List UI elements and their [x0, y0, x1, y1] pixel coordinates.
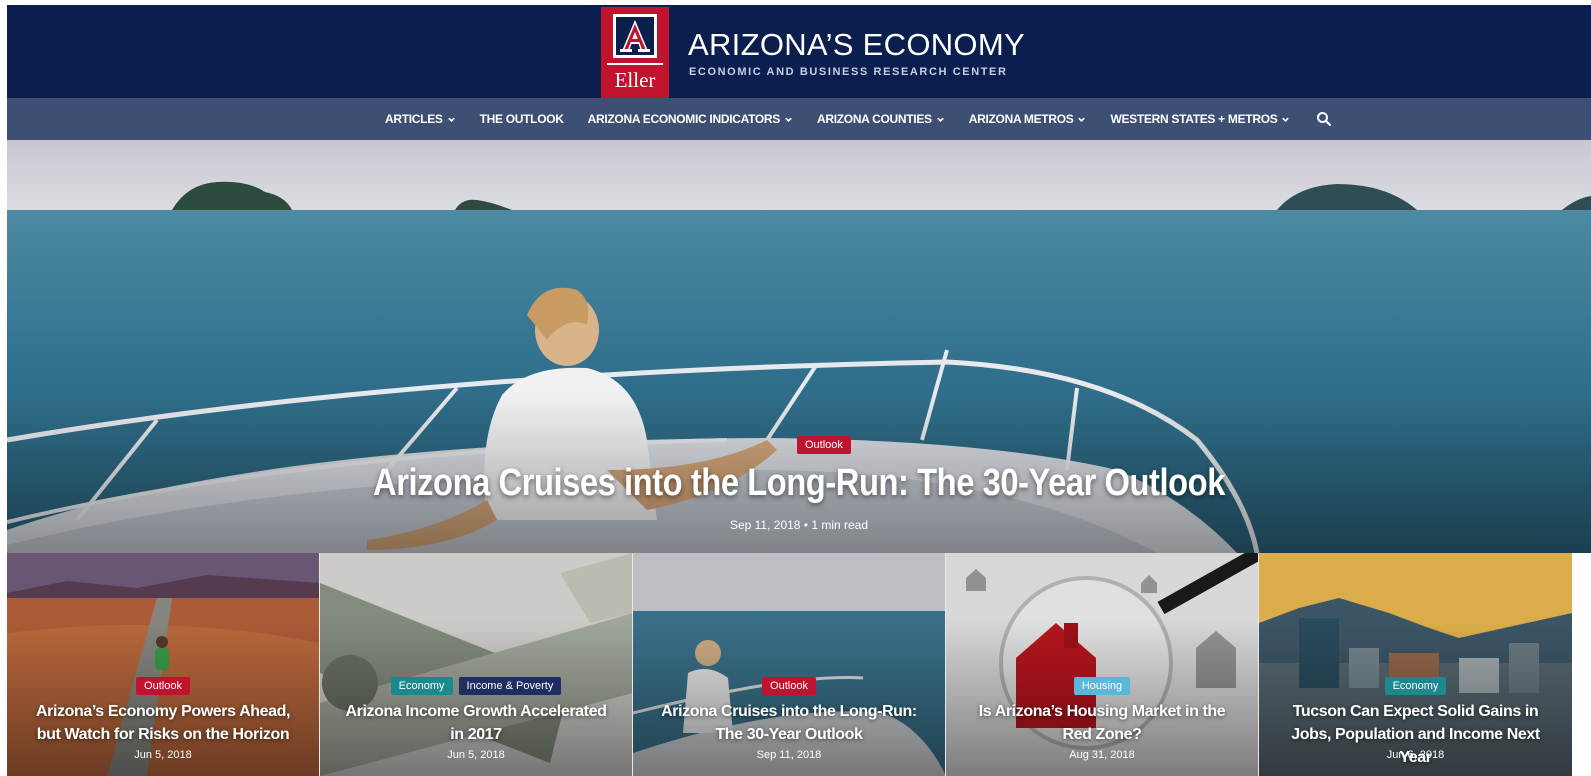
eller-logo[interactable]: Eller	[601, 7, 669, 98]
card-title[interactable]: Arizona Cruises into the Long-Run: The 3…	[651, 700, 927, 746]
card-badges: Outlook	[7, 677, 319, 695]
logo-text: Eller	[614, 68, 656, 92]
article-card[interactable]: Economy Tucson Can Expect Solid Gains in…	[1259, 553, 1572, 776]
category-badge[interactable]: Outlook	[136, 677, 190, 695]
article-card[interactable]: Housing Is Arizona’s Housing Market in t…	[946, 553, 1259, 776]
category-badge[interactable]: Housing	[1073, 677, 1131, 695]
category-badge[interactable]: Income & Poverty	[458, 677, 562, 695]
nav-item-western-states-metros[interactable]: WESTERN STATES + METROS	[1110, 112, 1290, 126]
nav-item-arizona-metros[interactable]: ARIZONA METROS	[969, 112, 1087, 126]
chevron-down-icon	[447, 117, 455, 122]
article-card[interactable]: Outlook Arizona Cruises into the Long-Ru…	[633, 553, 946, 776]
search-icon[interactable]	[1316, 111, 1332, 127]
nav-item-arizona-counties[interactable]: ARIZONA COUNTIES	[817, 112, 945, 126]
hero-title[interactable]: Arizona Cruises into the Long-Run: The 3…	[118, 462, 1480, 505]
nav-item-label: ARTICLES	[385, 112, 443, 126]
page: Eller ARIZONA’S ECONOMY ECONOMIC AND BUS…	[7, 5, 1591, 776]
university-a-logo-icon	[613, 14, 657, 58]
logo-divider	[607, 63, 663, 65]
card-title[interactable]: Is Arizona’s Housing Market in the Red Z…	[964, 700, 1240, 746]
article-card[interactable]: Economy Income & Poverty Arizona Income …	[320, 553, 633, 776]
category-badge[interactable]: Economy	[390, 677, 453, 695]
nav-item-arizona-economic-indicators[interactable]: ARIZONA ECONOMIC INDICATORS	[588, 112, 793, 126]
article-cards: Outlook Arizona’s Economy Powers Ahead, …	[7, 553, 1591, 776]
featured-article[interactable]: Outlook Arizona Cruises into the Long-Ru…	[7, 140, 1591, 553]
chevron-down-icon	[1078, 117, 1086, 122]
card-date: Sep 11, 2018	[756, 749, 822, 761]
card-badges: Outlook	[633, 677, 945, 695]
category-badge[interactable]: Outlook	[797, 436, 851, 454]
category-badge[interactable]: Outlook	[762, 677, 816, 695]
card-date: Jun 5, 2018	[447, 749, 505, 761]
site-header: Eller ARIZONA’S ECONOMY ECONOMIC AND BUS…	[7, 5, 1591, 98]
card-date: Jun 5, 2018	[134, 749, 192, 761]
main-nav: ARTICLES THE OUTLOOK ARIZONA ECONOMIC IN…	[7, 98, 1591, 140]
chevron-down-icon	[936, 117, 944, 122]
card-title[interactable]: Arizona Income Growth Accelerated in 201…	[338, 700, 614, 746]
nav-item-label: ARIZONA METROS	[968, 112, 1074, 126]
category-badge[interactable]: Economy	[1384, 677, 1447, 695]
card-title[interactable]: Arizona’s Economy Powers Ahead, but Watc…	[25, 700, 301, 746]
chevron-down-icon	[1282, 117, 1290, 122]
nav-item-label: ARIZONA COUNTIES	[816, 112, 932, 126]
card-date: Aug 31, 2018	[1069, 749, 1135, 761]
card-date: Jun 6, 2018	[1386, 749, 1445, 761]
nav-item-articles[interactable]: ARTICLES	[385, 112, 456, 126]
chevron-down-icon	[785, 117, 792, 122]
site-title[interactable]: ARIZONA’S ECONOMY	[688, 27, 1025, 63]
site-subtitle: ECONOMIC AND BUSINESS RESEARCH CENTER	[689, 66, 1008, 78]
nav-item-label: ARIZONA ECONOMIC INDICATORS	[587, 112, 781, 126]
card-badges: Housing	[946, 677, 1258, 695]
card-badges: Economy Income & Poverty	[320, 677, 632, 695]
article-card[interactable]: Outlook Arizona’s Economy Powers Ahead, …	[7, 553, 320, 776]
nav-item-the-outlook[interactable]: THE OUTLOOK	[480, 112, 564, 126]
nav-item-label: THE OUTLOOK	[479, 112, 564, 126]
nav-item-label: WESTERN STATES + METROS	[1110, 112, 1278, 126]
hero-meta: Sep 11, 2018 • 1 min read	[729, 518, 869, 532]
card-badges: Economy	[1259, 677, 1572, 695]
